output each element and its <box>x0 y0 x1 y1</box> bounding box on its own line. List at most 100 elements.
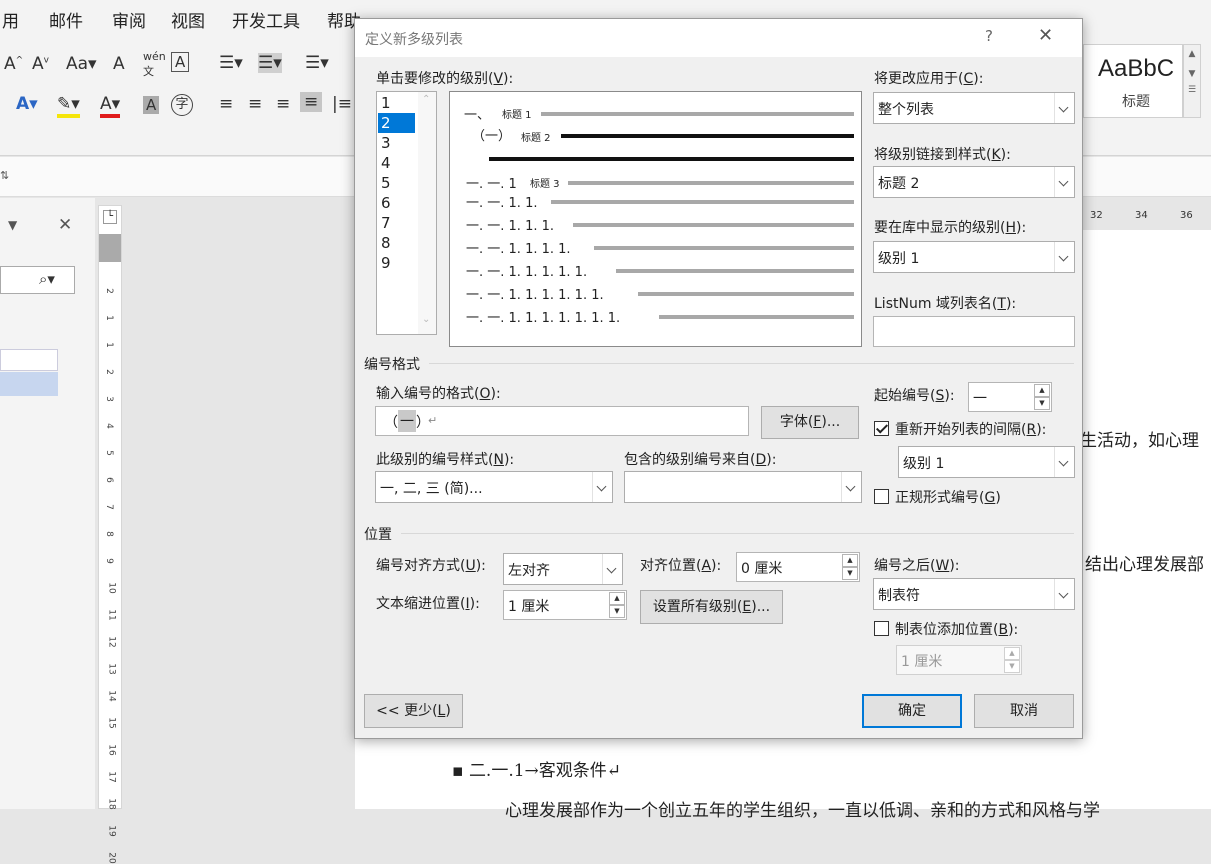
level-item[interactable]: 6 <box>378 193 415 213</box>
vruler-tick: 1 <box>103 315 114 321</box>
menu-item-review[interactable]: 审阅 <box>112 7 146 32</box>
level-list-scrollbar[interactable]: ⌃ ⌄ <box>418 92 436 334</box>
align-center-icon[interactable]: ≡ <box>248 94 262 114</box>
close-button[interactable]: ✕ <box>1038 25 1053 46</box>
clear-format-icon[interactable]: A <box>113 54 125 74</box>
distributed-icon[interactable]: |≡ <box>332 94 352 114</box>
chevron-down-icon[interactable] <box>1054 93 1074 123</box>
chevron-down-icon[interactable] <box>592 472 612 502</box>
highlight-icon[interactable]: ✎▾ <box>57 94 80 118</box>
spin-up-icon[interactable]: ▲ <box>609 592 625 605</box>
spin-down-icon[interactable]: ▼ <box>1004 660 1020 673</box>
include-from-select[interactable] <box>624 471 862 503</box>
level-item[interactable]: 4 <box>378 153 415 173</box>
level-item[interactable]: 5 <box>378 173 415 193</box>
start-at-spinner[interactable]: 一 ▲ ▼ <box>968 382 1052 412</box>
number-style-select[interactable]: 一, 二, 三 (简)... <box>375 471 613 503</box>
text-indent-label: 文本缩进位置(I): <box>376 596 480 612</box>
vruler-tick: 14 <box>106 690 117 702</box>
level-item-selected[interactable]: 2 <box>378 113 415 133</box>
level-item[interactable]: 1 <box>378 93 415 113</box>
chevron-down-icon[interactable] <box>1054 447 1074 477</box>
chevron-down-icon[interactable] <box>1054 579 1074 609</box>
font-shrink-icon[interactable]: Av <box>32 54 49 74</box>
alignment-label: 编号对齐方式(U): <box>376 558 486 574</box>
vruler-tick: 18 <box>106 798 117 810</box>
bullets-icon[interactable]: ☰▾ <box>219 53 243 73</box>
menu-item-developer[interactable]: 开发工具 <box>232 7 300 32</box>
level-item[interactable]: 8 <box>378 233 415 253</box>
text-indent-spinner[interactable]: 1 厘米 ▲ ▼ <box>503 590 627 620</box>
set-all-levels-button[interactable]: 设置所有级别(E)... <box>640 590 783 624</box>
nav-search-input[interactable]: ⌕▾ <box>0 266 75 294</box>
font-color-icon[interactable]: A▾ <box>100 94 121 118</box>
font-grow-icon[interactable]: A^ <box>4 54 23 74</box>
char-shading-icon[interactable]: A <box>143 96 160 114</box>
spin-up-icon[interactable]: ▲ <box>1034 384 1050 397</box>
spin-up-icon[interactable]: ▲ <box>1004 647 1020 660</box>
menu-item-references[interactable]: 用 <box>2 7 19 32</box>
style-gallery-item[interactable]: AaBbC 标题 <box>1083 44 1183 118</box>
text-effects-icon[interactable]: A▾ <box>16 94 38 114</box>
nav-heading-item-selected[interactable] <box>0 372 58 396</box>
tab-selector-icon[interactable]: └ <box>103 210 117 224</box>
help-button[interactable]: ? <box>985 27 993 45</box>
nav-pane-options-icon[interactable]: ▼ <box>8 218 17 232</box>
spin-up-icon[interactable]: ▲ <box>842 554 858 567</box>
spin-down-icon[interactable]: ▼ <box>609 605 625 618</box>
enclose-char-icon[interactable]: 字 <box>171 94 193 116</box>
menu-item-mailings[interactable]: 邮件 <box>49 7 83 32</box>
tab-stop-checkbox[interactable] <box>874 621 889 636</box>
preview-level-bar <box>573 223 854 227</box>
follow-number-label: 编号之后(W): <box>874 558 960 574</box>
level-item[interactable]: 9 <box>378 253 415 273</box>
access-key: C <box>963 71 974 87</box>
scroll-up-icon[interactable]: ⌃ <box>422 94 430 105</box>
chevron-down-icon[interactable] <box>602 554 622 584</box>
spin-down-icon[interactable]: ▼ <box>842 567 858 580</box>
chevron-down-icon[interactable] <box>841 472 861 502</box>
chevron-down-icon[interactable] <box>1054 242 1074 272</box>
start-at-label: 起始编号(S): <box>874 388 955 404</box>
preview-line3-bar <box>489 157 854 161</box>
legal-style-checkbox[interactable] <box>874 489 889 504</box>
gallery-up-icon[interactable]: ▲ <box>1184 49 1200 59</box>
nav-heading-item[interactable] <box>0 349 58 371</box>
gallery-more-icon[interactable]: ☰ <box>1184 85 1200 95</box>
cancel-button[interactable]: 取消 <box>974 694 1074 728</box>
font-button[interactable]: 字体(F)... <box>761 406 859 439</box>
gallery-level-select[interactable]: 级别 1 <box>873 241 1075 273</box>
qat-customize-icon[interactable]: ⇅ <box>0 169 9 182</box>
justify-icon[interactable]: ≡ <box>300 92 323 112</box>
scroll-down-icon[interactable]: ⌄ <box>422 314 430 325</box>
spin-down-icon[interactable]: ▼ <box>1034 397 1050 410</box>
vruler-tick: 16 <box>106 744 117 756</box>
aligned-at-spinner[interactable]: 0 厘米 ▲ ▼ <box>736 552 860 582</box>
chevron-down-icon[interactable] <box>1054 167 1074 197</box>
alignment-select[interactable]: 左对齐 <box>503 553 623 585</box>
change-case-icon[interactable]: Aa▾ <box>66 54 97 74</box>
apply-to-select[interactable]: 整个列表 <box>873 92 1075 124</box>
level-item[interactable]: 7 <box>378 213 415 233</box>
multilevel-list-icon[interactable]: ☰▾ <box>305 53 329 73</box>
follow-number-select[interactable]: 制表符 <box>873 578 1075 610</box>
tab-stop-spinner[interactable]: 1 厘米 ▲ ▼ <box>896 645 1022 675</box>
phonetic-guide-icon[interactable]: wén 文 <box>143 50 166 79</box>
restart-checkbox[interactable] <box>874 421 889 436</box>
numbering-icon[interactable]: ☰▾ <box>258 53 282 73</box>
less-button[interactable]: << 更少(L) <box>364 694 463 728</box>
align-right-icon[interactable]: ≡ <box>276 94 290 114</box>
menu-item-view[interactable]: 视图 <box>171 7 205 32</box>
link-style-select[interactable]: 标题 2 <box>873 166 1075 198</box>
nav-pane-close-icon[interactable]: ✕ <box>58 215 72 235</box>
listnum-input[interactable] <box>873 316 1075 347</box>
restart-level-select[interactable]: 级别 1 <box>898 446 1075 478</box>
align-left-icon[interactable]: ≡ <box>219 94 233 114</box>
level-item[interactable]: 3 <box>378 133 415 153</box>
number-format-input[interactable]: （ 一 ） ↵ <box>375 406 749 436</box>
ok-button[interactable]: 确定 <box>862 694 962 728</box>
char-border-icon[interactable]: A <box>171 52 190 72</box>
level-listbox[interactable]: 123456789 ⌃ ⌄ <box>376 91 437 335</box>
gallery-scrollbar[interactable]: ▲ ▼ ☰ <box>1183 44 1201 118</box>
gallery-down-icon[interactable]: ▼ <box>1184 69 1200 79</box>
